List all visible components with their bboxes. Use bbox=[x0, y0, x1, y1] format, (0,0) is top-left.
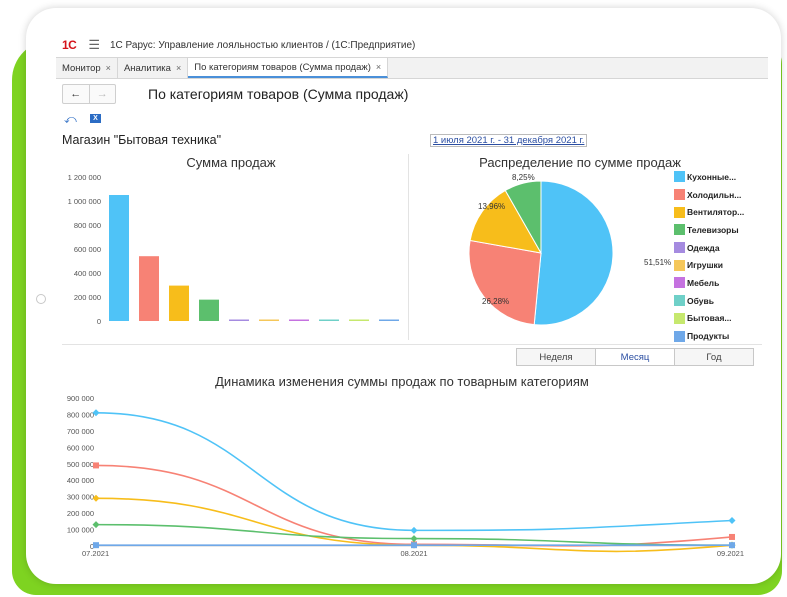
bar bbox=[199, 299, 219, 321]
app-screen: 1С ☰ 1С Рарус: Управление лояльностью кл… bbox=[56, 34, 768, 564]
bar bbox=[319, 319, 339, 321]
legend-swatch bbox=[674, 171, 685, 183]
pie-slice-label: 13,96% bbox=[478, 202, 505, 211]
y-tick-label: 800 000 bbox=[74, 221, 101, 230]
pie-chart-title: Распределение по сумме продаж bbox=[479, 155, 681, 170]
legend-label: Кухонные... bbox=[687, 171, 737, 182]
series-point bbox=[410, 526, 418, 534]
device-button bbox=[36, 294, 46, 304]
y-tick-label: 900 000 bbox=[67, 394, 94, 403]
legend-swatch bbox=[674, 312, 685, 324]
y-tick-label: 400 000 bbox=[74, 269, 101, 278]
legend-swatch bbox=[674, 295, 685, 307]
series-point bbox=[411, 542, 417, 549]
bar bbox=[349, 319, 369, 321]
legend-label: Мебель bbox=[687, 277, 720, 288]
legend-item: Вентилятор... bbox=[674, 203, 744, 221]
pie-slice bbox=[533, 180, 614, 326]
pie-slice-label: 51,51% bbox=[644, 258, 671, 267]
y-tick-label: 100 000 bbox=[67, 526, 94, 535]
legend-swatch bbox=[674, 242, 685, 254]
line-chart-title: Динамика изменения суммы продаж по товар… bbox=[215, 374, 589, 389]
y-tick-label: 1 200 000 bbox=[68, 173, 101, 182]
x-tick-label: 07.2021 bbox=[82, 549, 109, 558]
bar-chart-title: Сумма продаж bbox=[186, 155, 275, 170]
y-tick-label: 200 000 bbox=[67, 509, 94, 518]
y-tick-label: 1 000 000 bbox=[68, 197, 101, 206]
legend-label: Холодильн... bbox=[687, 189, 742, 200]
y-tick-label: 200 000 bbox=[74, 293, 101, 302]
y-tick-label: 600 000 bbox=[67, 443, 94, 452]
pie-slice bbox=[468, 239, 542, 326]
legend-label: Телевизоры bbox=[687, 224, 739, 235]
y-tick-label: 800 000 bbox=[67, 410, 94, 419]
bar bbox=[379, 319, 399, 321]
pie-slice-label: 26,28% bbox=[482, 297, 509, 306]
series-line bbox=[95, 412, 733, 532]
legend-swatch bbox=[674, 189, 685, 201]
legend-swatch bbox=[674, 330, 685, 342]
legend-label: Вентилятор... bbox=[687, 207, 745, 218]
bar bbox=[289, 319, 309, 321]
legend-label: Продукты bbox=[687, 331, 730, 342]
bar bbox=[229, 319, 249, 321]
legend-label: Обувь bbox=[687, 295, 714, 306]
legend-swatch bbox=[674, 206, 685, 218]
series-point bbox=[729, 533, 735, 540]
series-point bbox=[410, 535, 418, 543]
y-tick-label: 300 000 bbox=[67, 493, 94, 502]
series-point bbox=[728, 517, 736, 525]
y-tick-label: 400 000 bbox=[67, 476, 94, 485]
bar bbox=[139, 256, 159, 321]
series-point bbox=[729, 542, 735, 549]
legend-item: Бытовая... bbox=[674, 310, 744, 328]
legend-item: Игрушки bbox=[674, 256, 744, 274]
legend-item: Продукты bbox=[674, 327, 744, 345]
y-tick-label: 600 000 bbox=[74, 245, 101, 254]
x-tick-label: 09.2021 bbox=[717, 549, 744, 558]
pie-legend: Кухонные... Холодильн... Вентилятор... Теле… bbox=[674, 168, 744, 345]
series-point bbox=[93, 462, 99, 469]
legend-item: Холодильн... bbox=[674, 186, 744, 204]
legend-swatch bbox=[674, 224, 685, 236]
series-point bbox=[93, 542, 99, 549]
bar bbox=[169, 285, 189, 321]
charts-canvas: Сумма продаж 1 200 000 1 000 000 800 000 600… bbox=[67, 155, 744, 558]
y-tick-label: 0 bbox=[97, 317, 101, 326]
legend-label: Одежда bbox=[687, 242, 720, 253]
bar bbox=[109, 195, 129, 321]
legend-label: Бытовая... bbox=[687, 313, 732, 324]
legend-item: Обувь bbox=[674, 292, 744, 310]
y-tick-label: 500 000 bbox=[67, 460, 94, 469]
legend-item: Одежда bbox=[674, 239, 744, 257]
bar bbox=[259, 319, 279, 321]
legend-item: Мебель bbox=[674, 274, 744, 292]
y-tick-label: 700 000 bbox=[67, 427, 94, 436]
legend-swatch bbox=[674, 277, 685, 289]
legend-item: Телевизоры bbox=[674, 221, 744, 239]
pie-slice-label: 8,25% bbox=[512, 173, 535, 182]
legend-item: Кухонные... bbox=[674, 168, 744, 186]
legend-swatch bbox=[674, 259, 685, 271]
x-tick-label: 08.2021 bbox=[400, 549, 427, 558]
legend-label: Игрушки bbox=[687, 260, 724, 271]
